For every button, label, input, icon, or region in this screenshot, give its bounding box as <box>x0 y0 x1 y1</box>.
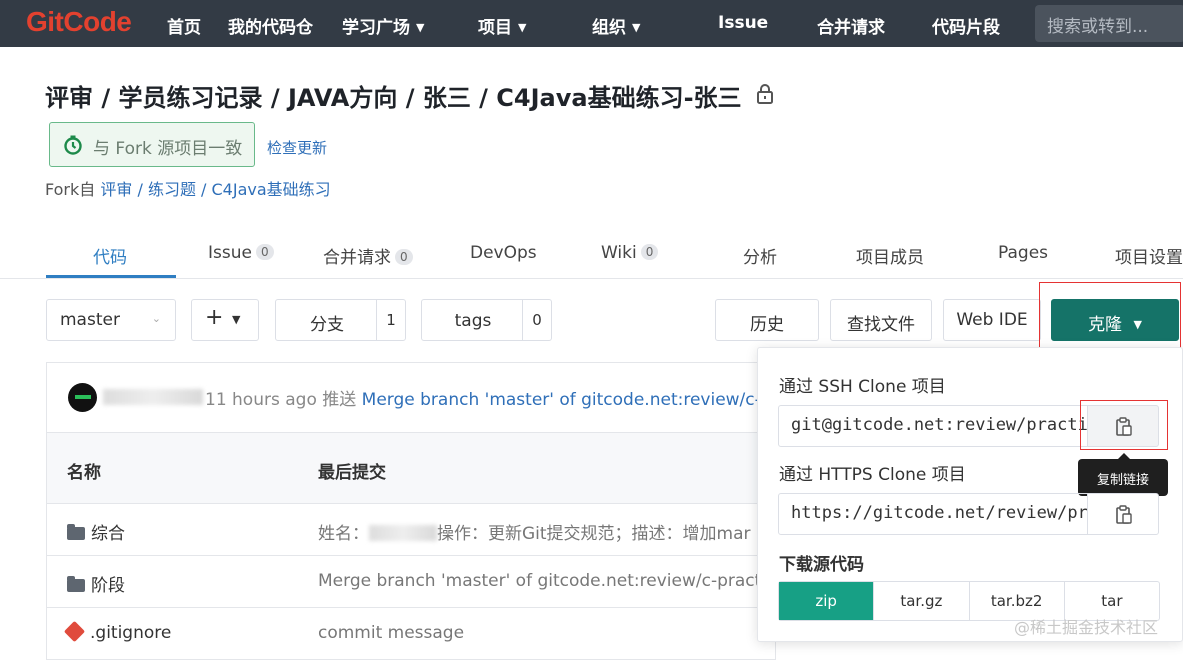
tab-members[interactable]: 项目成员 <box>856 243 924 268</box>
file-name[interactable]: 综合 <box>91 524 125 544</box>
issue-count-badge: 0 <box>255 244 274 260</box>
commit-message-link[interactable]: Merge branch 'master' of gitcode.net:rev… <box>362 390 799 410</box>
history-button[interactable]: 历史 <box>715 299 819 341</box>
nav-orgs[interactable]: 组织 ▼ <box>592 13 640 38</box>
commit-action: 推送 <box>322 390 357 410</box>
tab-analytics[interactable]: 分析 <box>743 243 777 268</box>
nav-home[interactable]: 首页 <box>167 13 201 38</box>
highlight-box <box>1039 282 1181 353</box>
stopwatch-icon <box>64 135 82 155</box>
forked-from: Fork自 评审 / 练习题 / C4Java基础练习 <box>45 180 331 199</box>
lock-icon <box>757 84 773 104</box>
tab-issue[interactable]: Issue 0 <box>208 243 274 263</box>
tags-count: 0 <box>522 300 551 340</box>
active-tab-indicator <box>46 275 176 278</box>
gitcode-logo[interactable]: GitCode <box>26 6 132 38</box>
column-name: 名称 <box>67 463 101 483</box>
web-ide-button[interactable]: Web IDE <box>943 299 1041 341</box>
chevron-down-icon: ▼ <box>632 21 641 34</box>
chevron-down-icon: ▼ <box>518 21 527 34</box>
table-row[interactable]: .gitignore commit message <box>46 608 776 660</box>
branches-count: 1 <box>376 300 405 340</box>
tab-code[interactable]: 代码 <box>93 243 127 268</box>
chevron-down-icon: ▼ <box>232 313 241 326</box>
commit-time: 11 hours ago <box>205 390 317 410</box>
nav-merge-requests[interactable]: 合并请求 <box>817 13 885 38</box>
branches-button[interactable]: 分支 1 <box>275 299 406 341</box>
https-clone-label: 通过 HTTPS Clone 项目 <box>779 465 966 485</box>
project-tabs: 代码 Issue 0 合并请求 0 DevOps Wiki 0 分析 项目成员 Pag… <box>0 231 1183 279</box>
ssh-url-field[interactable]: git@gitcode.net:review/practice <box>778 405 1088 447</box>
avatar[interactable] <box>68 383 97 412</box>
download-zip-button[interactable]: zip <box>779 582 874 620</box>
search-input[interactable]: 搜索或转到... <box>1035 5 1183 42</box>
download-targz-button[interactable]: tar.gz <box>873 582 968 620</box>
plus-icon: + <box>205 305 224 330</box>
folder-icon <box>67 524 85 540</box>
tab-wiki[interactable]: Wiki 0 <box>601 243 659 263</box>
find-file-button[interactable]: 查找文件 <box>830 299 932 341</box>
tab-settings[interactable]: 项目设置 <box>1115 243 1183 268</box>
add-menu-button[interactable]: + ▼ <box>191 299 259 341</box>
highlight-box <box>1080 400 1168 450</box>
clone-dropdown: 通过 SSH Clone 项目 git@gitcode.net:review/p… <box>757 347 1183 642</box>
fork-status-badge: 与 Fork 源项目一致 <box>49 122 255 167</box>
chevron-down-icon: ⌄ <box>151 312 161 325</box>
commit-message[interactable]: commit message <box>318 623 464 643</box>
copy-link-tooltip: 复制链接 <box>1078 453 1168 496</box>
redacted-name <box>369 525 437 541</box>
download-source-label: 下载源代码 <box>779 555 864 575</box>
tab-merge-requests[interactable]: 合并请求 0 <box>323 243 413 268</box>
table-row[interactable]: 综合 姓名： 操作：更新Git提交规范；描述：增加mar <box>46 504 776 556</box>
fork-source-link[interactable]: 评审 / 练习题 / C4Java基础练习 <box>100 180 330 199</box>
nav-snippets[interactable]: 代码片段 <box>932 13 1000 38</box>
tags-button[interactable]: tags 0 <box>421 299 552 341</box>
ssh-clone-label: 通过 SSH Clone 项目 <box>779 377 946 397</box>
git-icon <box>63 620 86 643</box>
commit-message[interactable]: 操作：更新Git提交规范；描述：增加mar <box>437 524 751 544</box>
nav-issue[interactable]: Issue <box>718 13 768 33</box>
wiki-count-badge: 0 <box>640 244 659 260</box>
mr-count-badge: 0 <box>395 249 413 265</box>
file-name[interactable]: .gitignore <box>90 623 171 643</box>
clipboard-icon <box>1116 505 1132 524</box>
watermark: @稀土掘金技术社区 <box>1014 618 1159 637</box>
nav-my-repos[interactable]: 我的代码仓 <box>228 13 313 38</box>
nav-learning-square[interactable]: 学习广场 ▼ <box>342 13 424 38</box>
tab-pages[interactable]: Pages <box>998 243 1048 263</box>
column-last-commit: 最后提交 <box>318 463 386 483</box>
nav-projects[interactable]: 项目 ▼ <box>478 13 526 38</box>
https-url-field[interactable]: https://gitcode.net/review/practice <box>778 493 1088 535</box>
redacted-author <box>103 389 203 405</box>
table-row[interactable]: 阶段 Merge branch 'master' of gitcode.net:… <box>46 556 776 608</box>
folder-icon <box>67 576 85 592</box>
project-breadcrumb-title: 评审 / 学员练习记录 / JAVA方向 / 张三 / C4Java基础练习-张… <box>45 84 742 112</box>
branch-select[interactable]: master ⌄ <box>46 299 176 341</box>
commit-message[interactable]: Merge branch 'master' of gitcode.net:rev… <box>318 571 775 591</box>
file-name[interactable]: 阶段 <box>91 576 125 596</box>
last-commit-bar: 11 hours ago 推送 Merge branch 'master' of… <box>46 362 798 432</box>
tab-devops[interactable]: DevOps <box>470 243 537 263</box>
check-update-link[interactable]: 检查更新 <box>267 137 327 158</box>
file-table-header: 名称 最后提交 <box>46 432 776 504</box>
top-navbar: GitCode 首页 我的代码仓 学习广场 ▼ 项目 ▼ 组织 ▼ Issue 合并请… <box>0 0 1183 47</box>
chevron-down-icon: ▼ <box>416 21 425 34</box>
copy-https-button[interactable] <box>1087 493 1159 535</box>
